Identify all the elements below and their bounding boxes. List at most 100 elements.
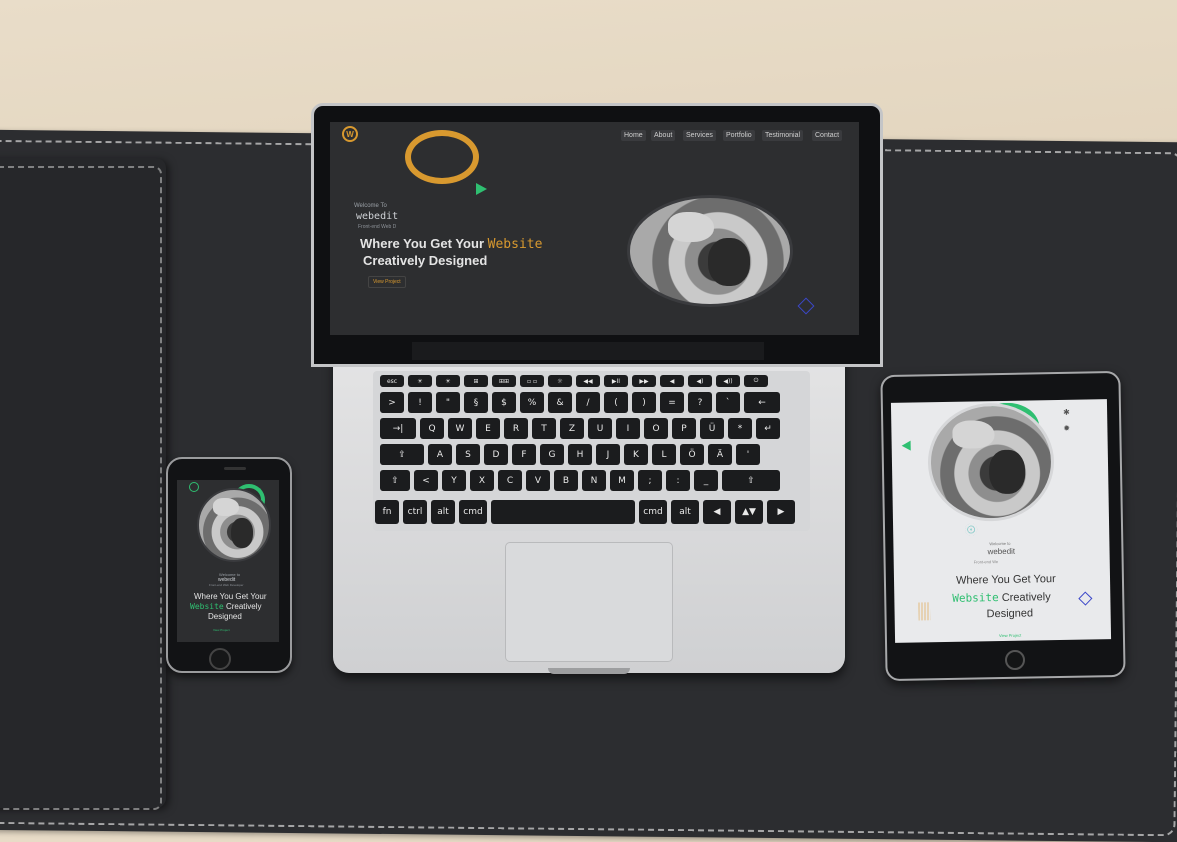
keyboard-key[interactable]: ← xyxy=(744,392,780,413)
nav-about[interactable]: About xyxy=(651,130,676,141)
keyboard-key[interactable]: cmd xyxy=(459,500,487,524)
phone-photo-hand xyxy=(213,498,239,516)
keyboard-key[interactable]: ) xyxy=(632,392,656,413)
keyboard-key[interactable]: ▲▼ xyxy=(735,500,763,524)
keyboard-key[interactable]: ◀ xyxy=(703,500,731,524)
keyboard-key[interactable]: L xyxy=(652,444,676,465)
keyboard-key[interactable]: ; xyxy=(638,470,662,491)
keyboard-key[interactable]: I xyxy=(616,418,640,439)
keyboard-key[interactable]: G xyxy=(540,444,564,465)
keyboard-key[interactable]: H xyxy=(568,444,592,465)
keyboard-key[interactable]: Ö xyxy=(680,444,704,465)
laptop-trackpad[interactable] xyxy=(505,542,673,662)
tablet-settings-icon[interactable]: ✱ xyxy=(1063,408,1070,417)
keyboard-key[interactable]: M xyxy=(610,470,634,491)
tablet-sun-icon[interactable]: ✹ xyxy=(1063,424,1070,433)
keyboard-key[interactable]: ⇧ xyxy=(722,470,780,491)
tablet-headline-highlight: Website xyxy=(952,591,999,605)
keyboard-key[interactable]: > xyxy=(380,392,404,413)
keyboard-key[interactable]: ⏻ xyxy=(744,375,768,387)
keyboard-key[interactable]: F xyxy=(512,444,536,465)
keyboard-key[interactable]: J xyxy=(596,444,620,465)
keyboard-key[interactable]: B xyxy=(554,470,578,491)
keyboard-key[interactable]: ◀ xyxy=(660,375,684,387)
keyboard-key[interactable]: ' xyxy=(736,444,760,465)
keyboard-key[interactable]: " xyxy=(436,392,460,413)
keyboard-key[interactable]: Z xyxy=(560,418,584,439)
photo-hand xyxy=(668,212,714,242)
tablet-orange-dot-grid xyxy=(918,602,931,621)
tablet-headline-2: Website Creatively xyxy=(952,590,1051,605)
keyboard-key[interactable]: & xyxy=(548,392,572,413)
keyboard-key[interactable]: alt xyxy=(671,500,699,524)
keyboard-key[interactable]: ◀) xyxy=(688,375,712,387)
keyboard-key[interactable]: cmd xyxy=(639,500,667,524)
keyboard-key[interactable]: ▶II xyxy=(604,375,628,387)
keyboard-key[interactable]: Y xyxy=(442,470,466,491)
nav-home[interactable]: Home xyxy=(621,130,646,141)
keyboard-key[interactable]: O xyxy=(644,418,668,439)
keyboard-key[interactable]: A xyxy=(428,444,452,465)
tablet-view-project-button[interactable]: View Project xyxy=(999,633,1021,638)
keyboard-key[interactable]: ctrl xyxy=(403,500,427,524)
keyboard-key[interactable]: ( xyxy=(604,392,628,413)
nav-testimonial[interactable]: Testimonial xyxy=(762,130,804,141)
nav-contact[interactable]: Contact xyxy=(812,130,843,141)
notepad-stitching xyxy=(0,166,162,810)
keyboard-key[interactable]: N xyxy=(582,470,606,491)
keyboard-key[interactable]: U xyxy=(588,418,612,439)
keyboard-key[interactable]: alt xyxy=(431,500,455,524)
keyboard-key[interactable]: / xyxy=(576,392,600,413)
keyboard-key[interactable]: ⊞ xyxy=(464,375,488,387)
keyboard-key[interactable]: % xyxy=(520,392,544,413)
keyboard-key[interactable]: C xyxy=(498,470,522,491)
keyboard-key[interactable]: ☼ xyxy=(548,375,572,387)
keyboard-key[interactable]: ◀)) xyxy=(716,375,740,387)
keyboard-key[interactable]: ▶ xyxy=(767,500,795,524)
keyboard-key[interactable]: E xyxy=(476,418,500,439)
keyboard-key[interactable]: T xyxy=(532,418,556,439)
keyboard-key[interactable]: ↵ xyxy=(756,418,780,439)
keyboard-key[interactable]: ` xyxy=(716,392,740,413)
keyboard-key[interactable]: R xyxy=(504,418,528,439)
keyboard-key[interactable]: W xyxy=(448,418,472,439)
keyboard-key[interactable]: ! xyxy=(408,392,432,413)
keyboard-key[interactable]: P xyxy=(672,418,696,439)
nav-portfolio[interactable]: Portfolio xyxy=(723,130,755,141)
keyboard-key[interactable]: ◀◀ xyxy=(576,375,600,387)
phone-view-project-button[interactable]: View Project xyxy=(213,628,230,632)
keyboard-key[interactable]: V xyxy=(526,470,550,491)
phone-home-button[interactable] xyxy=(209,648,231,670)
keyboard-key[interactable]: Ü xyxy=(700,418,724,439)
site-logo[interactable]: W xyxy=(342,126,358,142)
site-logo-letter: W xyxy=(346,129,354,139)
keyboard-key[interactable]: ? xyxy=(688,392,712,413)
keyboard-key[interactable]: ☀ xyxy=(408,375,432,387)
keyboard-key[interactable]: § xyxy=(464,392,488,413)
keyboard-key[interactable]: S xyxy=(456,444,480,465)
keyboard-key[interactable]: ⊞⊞ xyxy=(492,375,516,387)
keyboard-key[interactable]: < xyxy=(414,470,438,491)
keyboard-key[interactable]: X xyxy=(470,470,494,491)
keyboard-key[interactable]: ☀ xyxy=(436,375,460,387)
keyboard-key[interactable]: →| xyxy=(380,418,416,439)
keyboard-key[interactable]: : xyxy=(666,470,690,491)
view-project-button[interactable]: View Project xyxy=(368,276,406,288)
keyboard-key[interactable]: * xyxy=(728,418,752,439)
nav-services[interactable]: Services xyxy=(683,130,716,141)
keyboard-key[interactable]: Q xyxy=(420,418,444,439)
keyboard-key[interactable]: D xyxy=(484,444,508,465)
tablet-home-button[interactable] xyxy=(1005,650,1025,670)
keyboard-key[interactable]: ▶▶ xyxy=(632,375,656,387)
keyboard-key[interactable]: = xyxy=(660,392,684,413)
keyboard-key[interactable]: ⇧ xyxy=(380,470,410,491)
keyboard-key[interactable]: Ä xyxy=(708,444,732,465)
keyboard-key[interactable]: _ xyxy=(694,470,718,491)
keyboard-key[interactable]: esc xyxy=(380,375,404,387)
keyboard-key[interactable]: ▫ ▫ xyxy=(520,375,544,387)
keyboard-key[interactable]: ⇪ xyxy=(380,444,424,465)
keyboard-key[interactable]: $ xyxy=(492,392,516,413)
keyboard-key[interactable] xyxy=(491,500,635,524)
keyboard-key[interactable]: K xyxy=(624,444,648,465)
keyboard-key[interactable]: fn xyxy=(375,500,399,524)
